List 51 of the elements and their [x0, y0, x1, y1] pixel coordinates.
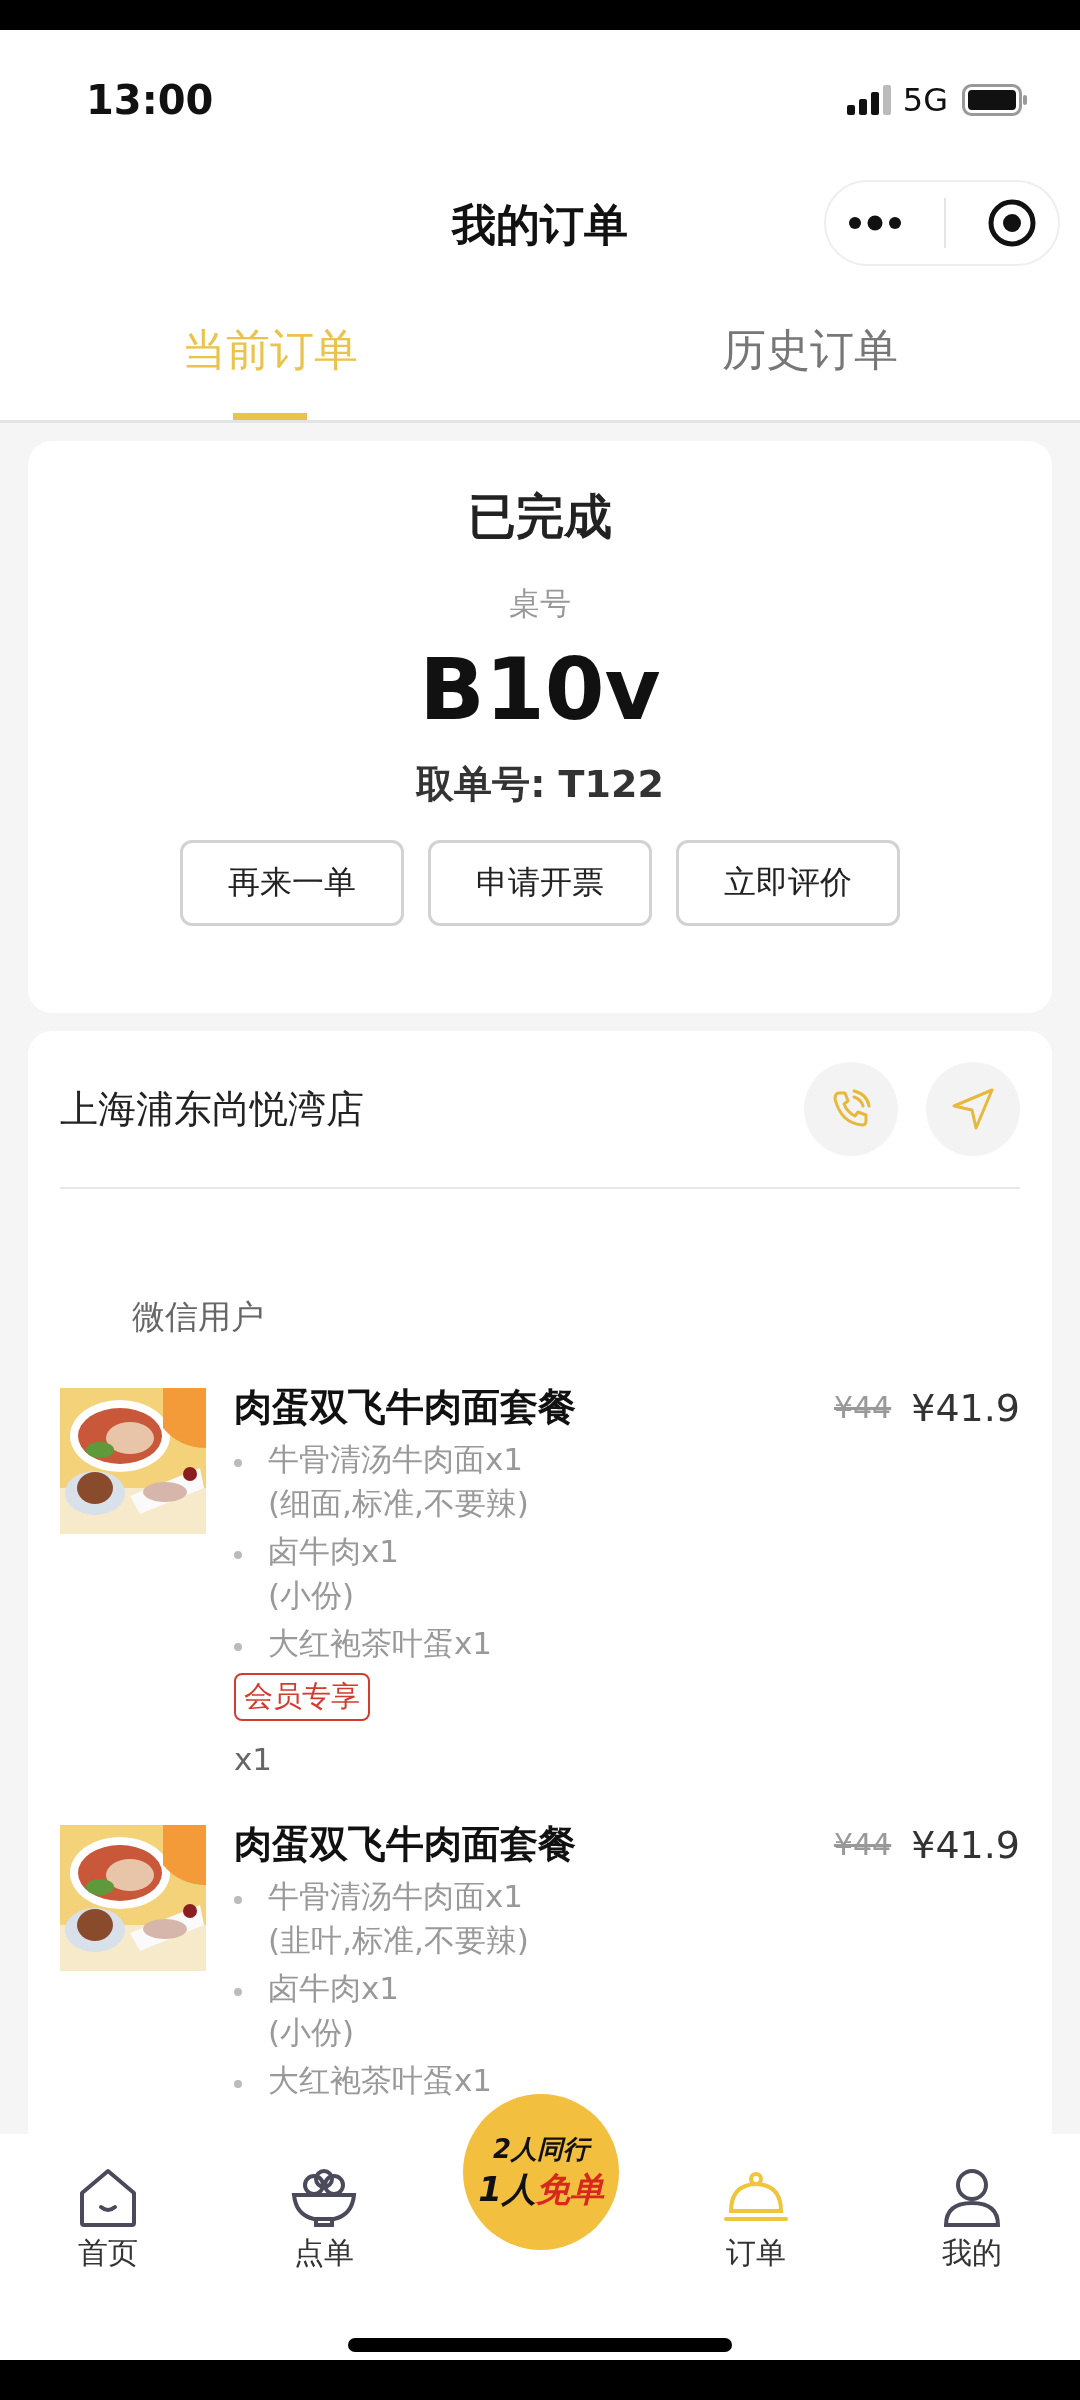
person-icon [941, 2167, 1003, 2229]
nav-tab[interactable]: 首页 [0, 2167, 216, 2274]
nav-tab[interactable]: 订单 [648, 2167, 864, 2274]
promo-badge[interactable]: 2人同行 1人免单 [463, 2094, 619, 2250]
status-time: 13:00 [86, 77, 214, 123]
component-options: (细面,标准,不要辣) [268, 1481, 529, 1525]
pickup-number: 取单号: T122 [416, 761, 664, 808]
battery-icon [962, 84, 1028, 116]
original-price: ¥44 [833, 1390, 892, 1425]
navigation-icon [950, 1086, 996, 1132]
item-price: ¥41.9 [911, 1385, 1020, 1430]
noodle-bowl-icon [290, 2167, 358, 2229]
page-title: 我的订单 [452, 197, 628, 252]
item-name: 肉蛋双飞牛肉面套餐 [234, 1821, 577, 1868]
item-quantity: x1 [234, 1741, 273, 1777]
bullet-icon [234, 1551, 242, 1559]
member-tag: 会员专享 [234, 1673, 370, 1721]
table-number: B10v [419, 639, 661, 739]
action-button[interactable]: 立即评价 [676, 840, 900, 926]
promo-title: 2人同行 [492, 2132, 590, 2166]
bullet-icon [234, 2080, 242, 2088]
action-button[interactable]: 申请开票 [428, 840, 652, 926]
customer-name: 微信用户 [132, 1296, 265, 1338]
table-label: 桌号 [509, 584, 571, 623]
action-button[interactable]: 再来一单 [180, 840, 404, 926]
bullet-icon [234, 1988, 242, 1996]
store-name: 上海浦东尚悦湾店 [60, 1085, 365, 1133]
bullet-icon [234, 1459, 242, 1467]
component-name: 大红袍茶叶蛋x1 [268, 1624, 493, 1663]
network-label: 5G [902, 81, 948, 119]
nav-tab[interactable]: 我的 [864, 2167, 1080, 2274]
more-icon[interactable] [846, 215, 903, 231]
bullet-icon [234, 1643, 242, 1651]
signal-icon [846, 85, 893, 115]
bullet-icon [234, 1896, 242, 1904]
nav-tab[interactable]: 点单 [216, 2167, 432, 2274]
promo-subtitle: 1人免单 [478, 2167, 604, 2211]
component-options: (小份) [268, 1573, 400, 1617]
component-name: 卤牛肉x1 [268, 1532, 400, 1571]
component-name: 牛骨清汤牛肉面x1 [268, 1440, 525, 1479]
close-icon[interactable] [987, 198, 1038, 248]
item-name: 肉蛋双飞牛肉面套餐 [234, 1384, 577, 1431]
component-options: (韭叶,标准,不要辣) [268, 1918, 529, 1962]
component-options: (小份) [268, 2010, 400, 2054]
order-status: 已完成 [468, 487, 612, 546]
component-name: 卤牛肉x1 [268, 1969, 400, 2008]
original-price: ¥44 [833, 1827, 892, 1862]
order-tab[interactable]: 历史订单 [540, 280, 1080, 420]
item-price: ¥41.9 [911, 1822, 1020, 1867]
component-name: 牛骨清汤牛肉面x1 [268, 1877, 525, 1916]
home-icon [77, 2167, 139, 2229]
